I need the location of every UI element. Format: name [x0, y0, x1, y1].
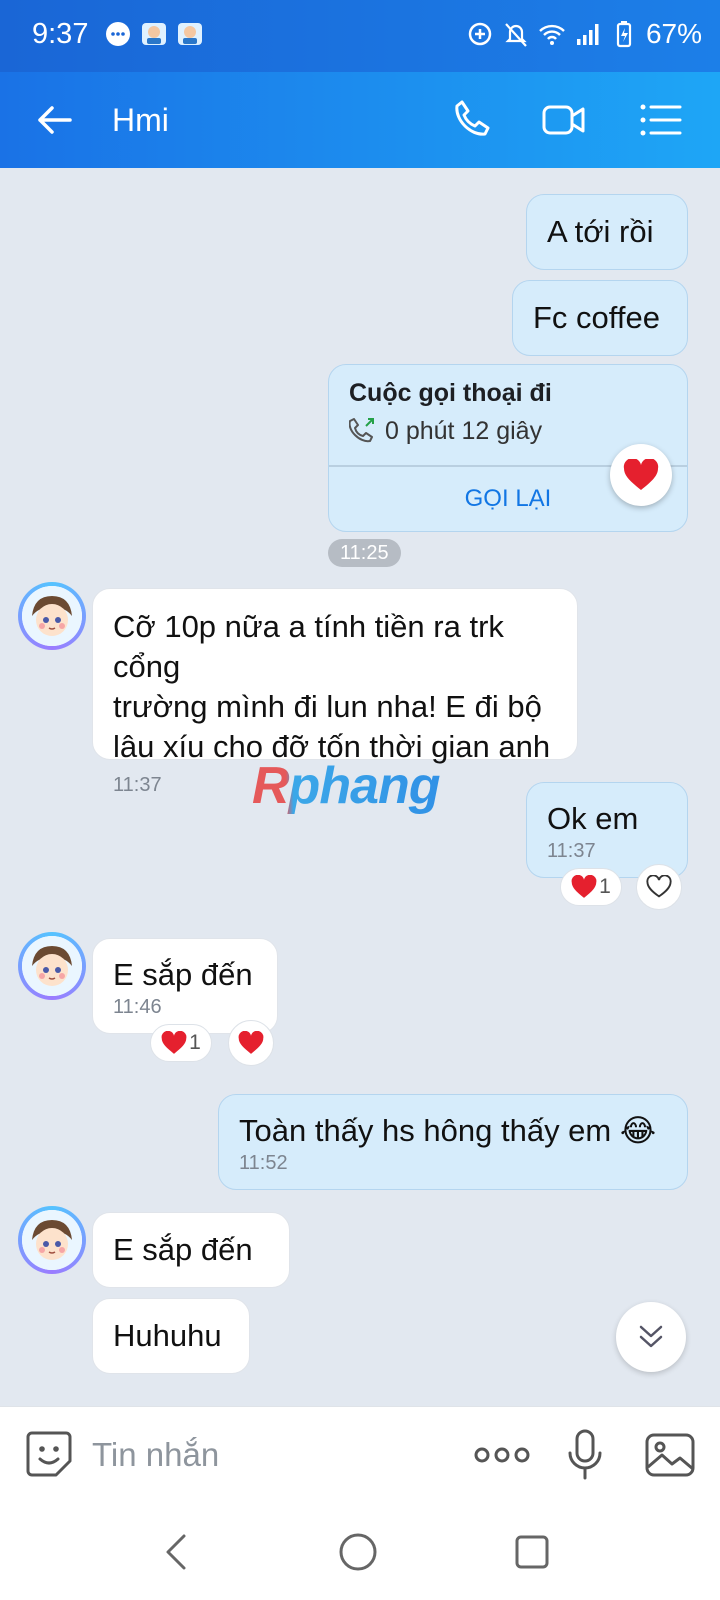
nav-home-icon[interactable] [336, 1530, 380, 1574]
microphone-icon[interactable] [566, 1427, 604, 1483]
outgoing-call-icon [349, 418, 374, 443]
avatar-image [22, 1210, 82, 1270]
contact-name[interactable]: Hmi [112, 102, 169, 139]
signal-icon [576, 24, 599, 45]
battery-icon [616, 21, 632, 48]
message-input-bar [0, 1406, 720, 1502]
message-text: E sắp đến [113, 957, 253, 992]
message-time: 11:37 [547, 840, 596, 862]
avatar[interactable] [18, 1206, 86, 1274]
call-title: Cuộc gọi thoại đi [349, 379, 552, 407]
heart-reaction-button[interactable] [610, 444, 672, 506]
more-options-icon[interactable] [474, 1441, 530, 1469]
watermark-logo: Rphang [252, 757, 441, 815]
scroll-to-bottom-button[interactable] [616, 1302, 686, 1372]
data-saver-icon [468, 22, 492, 46]
message-list[interactable]: A tới rồi Fc coffee Cuộc gọi thoại đi 0 … [0, 168, 720, 1406]
messenger-icon [106, 22, 130, 46]
message-text-line: trường mình đi lun nha! E đi bộ [113, 689, 542, 724]
double-chevron-down-icon [639, 1325, 663, 1348]
call-duration: 0 phút 12 giây [385, 417, 543, 445]
chat-header: Hmi [0, 72, 720, 168]
system-nav-bar [0, 1502, 720, 1600]
react-button[interactable] [636, 864, 682, 910]
time-badge: 11:25 [328, 539, 401, 567]
wifi-icon [539, 24, 565, 45]
heart-outline-icon [646, 875, 672, 898]
message-time: 11:52 [239, 1152, 288, 1174]
avatar[interactable] [18, 932, 86, 1000]
avatar-image [22, 936, 82, 996]
sticker-emoji-icon[interactable] [24, 1429, 74, 1479]
outgoing-message[interactable]: Toàn thấy hs hông thấy em 😂 11:52 [218, 1094, 688, 1190]
battery-percent: 67% [645, 18, 702, 49]
outgoing-message[interactable]: A tới rồi [526, 194, 688, 270]
nav-recents-icon[interactable] [510, 1530, 554, 1574]
phone-icon[interactable] [448, 96, 496, 144]
message-text: Fc coffee [533, 300, 660, 335]
menu-list-icon[interactable] [636, 96, 684, 144]
message-text: Toàn thấy hs hông thấy em 😂 [239, 1113, 657, 1148]
message-text: Huhuhu [113, 1318, 222, 1353]
video-call-icon[interactable] [540, 96, 588, 144]
incoming-message[interactable]: E sắp đến r [92, 1212, 290, 1341]
notification-icons [104, 20, 204, 48]
message-input[interactable] [92, 1431, 452, 1479]
status-time: 9:37 [32, 18, 89, 50]
message-text: Ok em [547, 801, 639, 836]
avatar-image [22, 586, 82, 646]
heart-icon [238, 1031, 264, 1054]
heart-icon [623, 459, 659, 490]
reaction-count: 1 [189, 1031, 201, 1054]
message-time: 11:46 [113, 996, 162, 1018]
avatar[interactable] [18, 582, 86, 650]
react-button[interactable] [228, 1020, 274, 1066]
incoming-message[interactable]: Huhuhu [92, 1298, 250, 1374]
reaction-summary[interactable]: 1 [560, 868, 622, 906]
reaction-count: 1 [599, 875, 611, 898]
message-text-line: Cỡ 10p nữa a tính tiền ra trk cổng [113, 609, 504, 684]
outgoing-message[interactable]: Fc coffee [512, 280, 688, 356]
nav-back-icon[interactable] [156, 1530, 200, 1574]
heart-icon [161, 1031, 187, 1054]
image-gallery-icon[interactable] [644, 1429, 696, 1481]
message-text: A tới rồi [547, 214, 654, 249]
back-arrow-icon[interactable] [32, 98, 76, 142]
app-notification-icon [178, 23, 202, 45]
status-indicators: 67% [466, 18, 702, 50]
status-bar: 9:37 67% [0, 0, 720, 72]
heart-icon [571, 875, 597, 898]
reaction-summary[interactable]: 1 [150, 1024, 212, 1062]
mute-icon [505, 23, 527, 47]
incoming-message[interactable]: Cỡ 10p nữa a tính tiền ra trk cổng trườn… [92, 588, 578, 796]
app-notification-icon [142, 23, 166, 45]
